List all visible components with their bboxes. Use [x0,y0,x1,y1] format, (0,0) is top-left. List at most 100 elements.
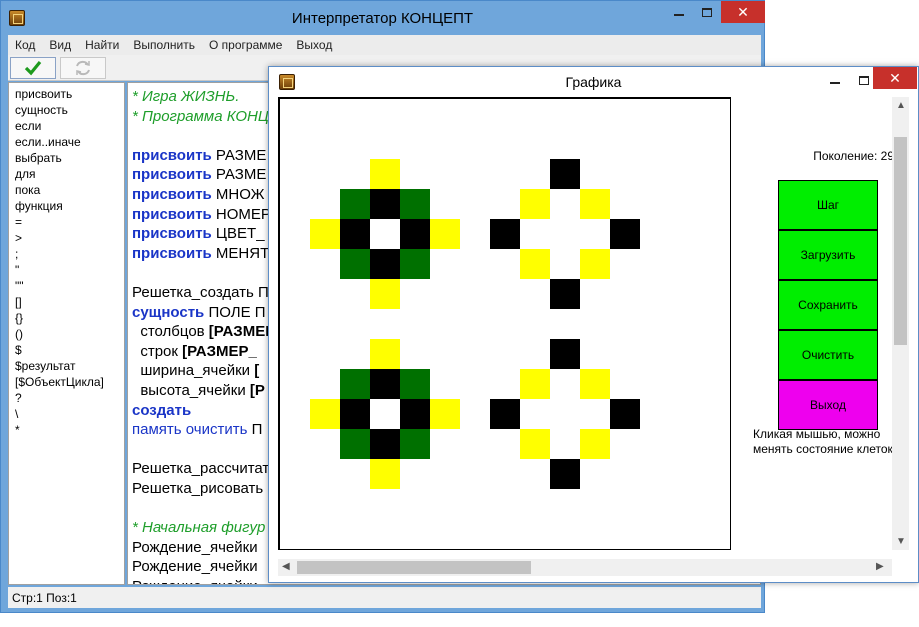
keyword-item[interactable]: функция [15,198,124,214]
grid-cell[interactable] [370,159,401,190]
grid-cell[interactable] [640,189,671,220]
grid-cell[interactable] [580,429,611,460]
grid-cell[interactable] [430,369,461,400]
grid-cell[interactable] [310,459,341,490]
grid-cell[interactable] [370,339,401,370]
grid-cell[interactable] [640,159,671,190]
keyword-item[interactable]: сущность [15,102,124,118]
grid-cell[interactable] [340,249,371,280]
grid-cell[interactable] [640,399,671,430]
grid-cell[interactable] [370,399,401,430]
grid-cell[interactable] [280,309,311,340]
grid-cell[interactable] [340,99,371,130]
grid-cell[interactable] [670,429,701,460]
grid-cell[interactable] [640,219,671,250]
grid-cell[interactable] [400,309,431,340]
grid-cell[interactable] [670,159,701,190]
control-button[interactable]: Очистить [778,330,878,380]
scroll-up-icon[interactable]: ▲ [896,100,906,111]
grid-cell[interactable] [340,459,371,490]
keyword-item[interactable]: $результат [15,358,124,374]
keyword-item[interactable]: [$ОбъектЦикла] [15,374,124,390]
grid-cell[interactable] [340,309,371,340]
grid-cell[interactable] [370,489,401,520]
vertical-scrollbar[interactable]: ▲ ▼ [892,97,909,550]
grid-cell[interactable] [370,309,401,340]
grid-cell[interactable] [700,99,731,130]
grid-cell[interactable] [520,519,551,550]
grid-cell[interactable] [700,399,731,430]
grid-cell[interactable] [460,339,491,370]
keyword-item[interactable]: $ [15,342,124,358]
scroll-down-icon[interactable]: ▼ [896,536,906,547]
life-grid[interactable] [278,97,731,550]
grid-cell[interactable] [700,369,731,400]
grid-cell[interactable] [640,339,671,370]
keyword-item[interactable]: ? [15,390,124,406]
grid-cell[interactable] [340,399,371,430]
grid-cell[interactable] [400,339,431,370]
keyword-item[interactable]: [] [15,294,124,310]
grid-cell[interactable] [280,489,311,520]
grid-cell[interactable] [550,129,581,160]
keyword-item[interactable]: если..иначе [15,134,124,150]
keyword-item[interactable]: = [15,214,124,230]
grid-cell[interactable] [310,429,341,460]
grid-cell[interactable] [520,309,551,340]
keyword-item[interactable]: если [15,118,124,134]
grid-cell[interactable] [640,249,671,280]
keyword-item[interactable]: {} [15,310,124,326]
grid-cell[interactable] [640,369,671,400]
menu-item[interactable]: Выполнить [126,35,202,55]
grid-cell[interactable] [490,129,521,160]
grid-cell[interactable] [490,159,521,190]
grid-cell[interactable] [490,249,521,280]
grid-cell[interactable] [580,399,611,430]
grid-cell[interactable] [430,399,461,430]
vertical-scroll-thumb[interactable] [894,137,907,345]
grid-cell[interactable] [310,339,341,370]
grid-cell[interactable] [580,249,611,280]
grid-cell[interactable] [700,459,731,490]
grid-cell[interactable] [610,459,641,490]
grid-cell[interactable] [280,429,311,460]
grid-cell[interactable] [640,519,671,550]
grid-cell[interactable] [430,249,461,280]
keyword-item[interactable]: "" [15,278,124,294]
grid-cell[interactable] [340,489,371,520]
grid-cell[interactable] [580,99,611,130]
grid-cell[interactable] [310,189,341,220]
grid-cell[interactable] [700,339,731,370]
grid-cell[interactable] [400,99,431,130]
grid-cell[interactable] [700,309,731,340]
grid-cell[interactable] [550,429,581,460]
grid-cell[interactable] [280,279,311,310]
control-button[interactable]: Загрузить [778,230,878,280]
grid-cell[interactable] [400,399,431,430]
horizontal-scroll-thumb[interactable] [297,561,531,574]
grid-cell[interactable] [400,459,431,490]
grid-cell[interactable] [670,459,701,490]
grid-cell[interactable] [520,399,551,430]
menu-item[interactable]: Вид [42,35,78,55]
grid-cell[interactable] [370,429,401,460]
grid-cell[interactable] [550,249,581,280]
grid-cell[interactable] [670,369,701,400]
keyword-item[interactable]: > [15,230,124,246]
grid-cell[interactable] [700,189,731,220]
keyword-item[interactable]: ; [15,246,124,262]
grid-cell[interactable] [460,399,491,430]
grid-cell[interactable] [340,279,371,310]
grid-cell[interactable] [430,429,461,460]
grid-cell[interactable] [460,459,491,490]
grid-cell[interactable] [340,159,371,190]
grid-cell[interactable] [550,99,581,130]
grid-cell[interactable] [280,99,311,130]
grid-cell[interactable] [640,279,671,310]
scroll-right-icon[interactable]: ▶ [876,561,884,572]
grid-cell[interactable] [280,399,311,430]
grid-cell[interactable] [280,459,311,490]
grid-cell[interactable] [640,459,671,490]
grid-cell[interactable] [310,489,341,520]
grid-cell[interactable] [700,489,731,520]
